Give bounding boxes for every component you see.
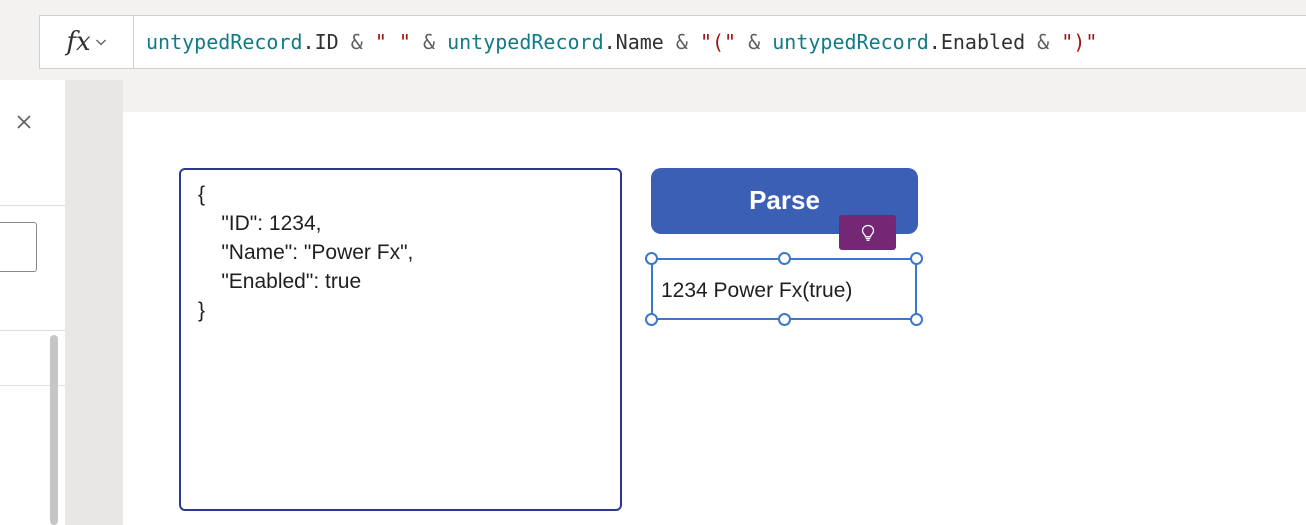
text-line: "Enabled": true [198, 270, 362, 293]
resize-handle-top-right[interactable] [910, 252, 923, 265]
chevron-down-icon [95, 39, 106, 46]
resize-handle-bottom[interactable] [778, 313, 791, 326]
left-pane-input[interactable] [0, 222, 37, 272]
json-text-input[interactable]: { "ID": 1234, "Name": "Power Fx", "Enabl… [179, 168, 622, 511]
formula-token: "(" [699, 30, 749, 54]
app-canvas: { "ID": 1234, "Name": "Power Fx", "Enabl… [123, 112, 1306, 525]
result-label-text: 1234 Power Fx(true) [661, 279, 853, 302]
formula-token: untypedRecord [447, 30, 604, 54]
scrollbar[interactable] [50, 335, 58, 525]
formula-token: .ID [302, 30, 351, 54]
text-line: "Name": "Power Fx", [198, 241, 414, 264]
resize-handle-bottom-left[interactable] [645, 313, 658, 326]
formula-token: & [675, 30, 700, 54]
formula-token: & [350, 30, 375, 54]
formula-token: " " [374, 30, 423, 54]
text-line: { [198, 183, 206, 206]
divider [0, 205, 65, 206]
formula-token: & [1037, 30, 1062, 54]
fx-dropdown-button[interactable]: fx [40, 16, 134, 68]
lightbulb-icon [861, 224, 874, 241]
idea-badge[interactable] [839, 215, 896, 250]
fx-label: fx [66, 27, 91, 57]
formula-token: & [748, 30, 773, 54]
result-label[interactable]: 1234 Power Fx(true) [651, 258, 917, 320]
close-icon[interactable] [14, 112, 34, 132]
formula-token: & [422, 30, 448, 54]
formula-token: .Name [603, 30, 676, 54]
formula-token: ")" [1061, 30, 1098, 54]
text-line: } [198, 299, 206, 322]
canvas-margin [65, 80, 123, 525]
text-line: "ID": 1234, [198, 212, 322, 235]
left-pane [0, 80, 65, 525]
divider [0, 330, 65, 331]
formula-token: untypedRecord [772, 30, 929, 54]
resize-handle-bottom-right[interactable] [910, 313, 923, 326]
resize-handle-top-left[interactable] [645, 252, 658, 265]
formula-bar-area: fx untypedRecord.ID & " " & untypedRecor… [0, 0, 1306, 80]
resize-handle-top[interactable] [778, 252, 791, 265]
formula-bar: fx untypedRecord.ID & " " & untypedRecor… [39, 15, 1306, 69]
formula-token: .Enabled [928, 30, 1038, 54]
formula-token: untypedRecord [146, 30, 303, 54]
formula-input[interactable]: untypedRecord.ID & " " & untypedRecord.N… [146, 16, 1097, 68]
